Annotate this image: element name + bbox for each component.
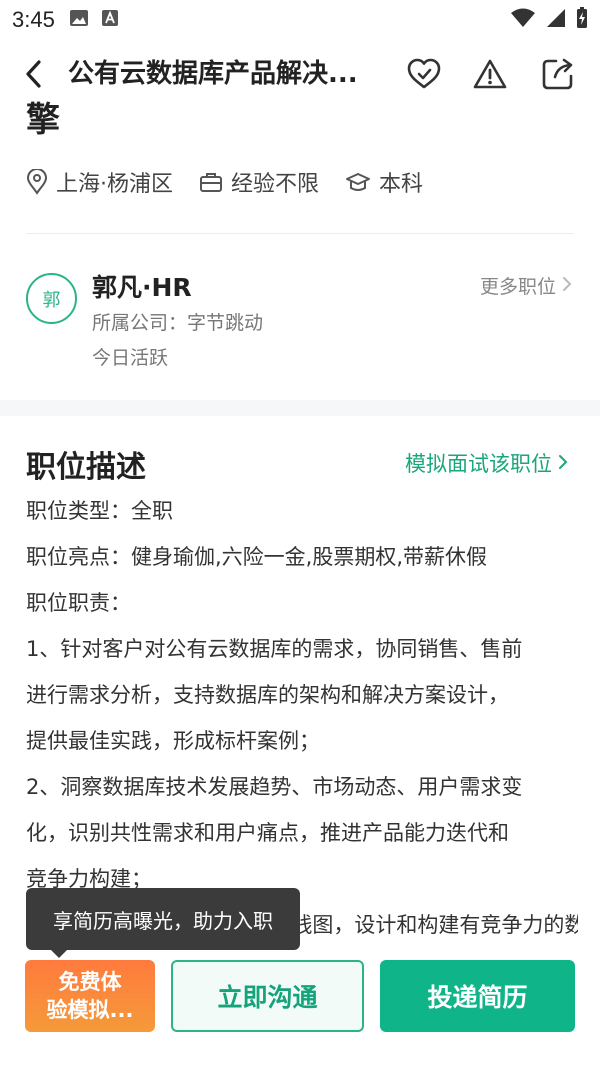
chevron-right-icon [562,275,572,297]
hr-avatar[interactable]: 郭 [26,273,77,324]
mock-interview-link[interactable]: 模拟面试该职位 [405,448,568,478]
job-meta-row: 上海·杨浦区 经验不限 本科 [26,166,449,198]
free-trial-label-line1: 免费体 [58,970,122,994]
section-title: 职位描述 [26,450,146,485]
free-trial-button[interactable]: 免费体 验模拟... [25,960,155,1032]
tooltip-arrow [50,949,68,958]
description-line: 1、针对客户对公有云数据库的需求，协同销售、售前 [26,637,523,661]
gallery-icon [69,9,89,31]
location-pin-icon [26,169,48,195]
description-line: 2、洞察数据库技术发展趋势、市场动态、用户需求变 [26,775,523,799]
heart-check-icon[interactable] [404,54,444,94]
description-line: 化，识别共性需求和用户痛点，推进产品能力迭代和 [26,821,509,845]
mock-interview-label: 模拟面试该职位 [405,452,552,476]
promo-tooltip: 享简历高曝光，助力入职 [26,888,300,950]
job-education: 本科 [345,166,423,198]
education-text: 本科 [379,172,424,197]
description-line: 进行需求分析，支持数据库的架构和解决方案设计， [26,683,509,707]
experience-text: 经验不限 [231,172,320,197]
section-separator [0,400,600,416]
chat-now-button[interactable]: 立即沟通 [171,960,364,1032]
hr-name: 郭凡·HR [92,273,192,302]
signal-icon [546,8,566,32]
more-jobs-label: 更多职位 [479,276,556,298]
battery-charging-icon [576,7,588,33]
more-jobs-link[interactable]: 更多职位 [480,272,572,299]
job-location: 上海·杨浦区 [26,166,173,198]
description-line: 职位类型：全职 [26,499,173,523]
description-line: 提供最佳实践，形成标杆案例； [26,729,320,753]
share-icon[interactable] [538,54,578,94]
description-line: 职位亮点：健身瑜伽,六险一金,股票期权,带薪休假 [26,545,488,569]
graduation-cap-icon [346,173,371,191]
wifi-icon [510,8,536,32]
job-description: 职位类型：全职 职位亮点：健身瑜伽,六险一金,股票期权,带薪休假 职位职责： 1… [26,488,578,948]
warning-icon[interactable] [470,54,510,94]
briefcase-icon [200,173,222,192]
font-a-icon [101,9,119,31]
hr-activity-status: 今日活跃 [92,347,169,369]
page-title: 公有云数据库产品解决... [68,59,358,89]
nav-bar: 公有云数据库产品解决... [0,46,600,102]
hr-company: 所属公司：字节跳动 [92,312,264,334]
location-text: 上海·杨浦区 [56,172,173,197]
divider [26,233,574,234]
submit-resume-button[interactable]: 投递简历 [380,960,575,1032]
job-experience: 经验不限 [199,166,319,198]
free-trial-label-line2: 验模拟... [46,998,134,1022]
back-arrow-icon[interactable] [16,56,52,92]
status-bar: 3:45 [0,0,600,40]
chevron-right-icon [558,451,568,475]
description-line: 职位职责： [26,591,131,615]
job-title: 擎 [26,100,60,140]
status-time: 3:45 [12,7,55,32]
